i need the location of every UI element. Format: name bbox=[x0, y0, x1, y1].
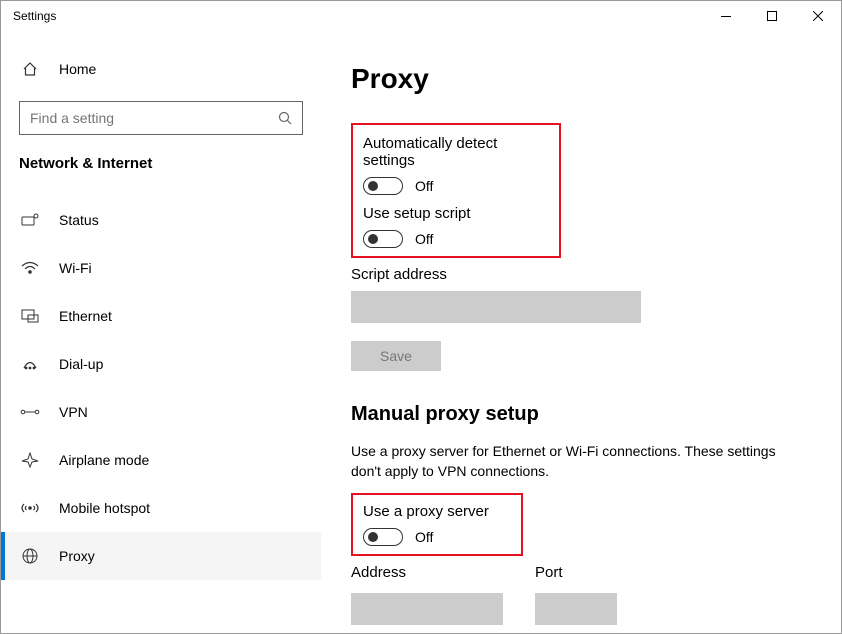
nav-label: VPN bbox=[59, 404, 88, 420]
content-pane: Proxy Automatically detect settings Off … bbox=[321, 31, 841, 633]
use-proxy-state: Off bbox=[415, 529, 433, 545]
setup-script-toggle[interactable] bbox=[363, 230, 403, 248]
search-input[interactable] bbox=[20, 110, 268, 126]
auto-detect-label: Automatically detect settings bbox=[363, 135, 543, 169]
close-button[interactable] bbox=[795, 1, 841, 31]
manual-proxy-description: Use a proxy server for Ethernet or Wi-Fi… bbox=[351, 442, 781, 481]
window-title: Settings bbox=[13, 9, 56, 23]
nav-label: Wi-Fi bbox=[59, 260, 92, 276]
wifi-icon bbox=[19, 258, 41, 278]
status-icon bbox=[19, 210, 41, 230]
sidebar-item-hotspot[interactable]: Mobile hotspot bbox=[1, 484, 321, 532]
sidebar-item-airplane[interactable]: Airplane mode bbox=[1, 436, 321, 484]
nav-label: Dial-up bbox=[59, 356, 103, 372]
home-label: Home bbox=[59, 61, 96, 77]
highlight-box-proxy: Use a proxy server Off bbox=[351, 493, 523, 556]
dialup-icon bbox=[19, 354, 41, 374]
script-address-input bbox=[351, 291, 641, 323]
sidebar-item-status[interactable]: Status bbox=[1, 196, 321, 244]
sidebar-item-proxy[interactable]: Proxy bbox=[1, 532, 321, 580]
category-title: Network & Internet bbox=[1, 155, 321, 196]
vpn-icon bbox=[19, 402, 41, 422]
sidebar-item-ethernet[interactable]: Ethernet bbox=[1, 292, 321, 340]
highlight-box-auto: Automatically detect settings Off Use se… bbox=[351, 123, 561, 258]
minimize-button[interactable] bbox=[703, 1, 749, 31]
port-input bbox=[535, 593, 617, 625]
page-title: Proxy bbox=[351, 63, 811, 95]
home-icon bbox=[19, 59, 41, 79]
auto-detect-toggle[interactable] bbox=[363, 177, 403, 195]
setup-script-state: Off bbox=[415, 231, 433, 247]
proxy-icon bbox=[19, 546, 41, 566]
titlebar: Settings bbox=[1, 1, 841, 31]
ethernet-icon bbox=[19, 306, 41, 326]
script-address-label: Script address bbox=[351, 266, 811, 283]
manual-proxy-heading: Manual proxy setup bbox=[351, 403, 811, 426]
nav-label: Status bbox=[59, 212, 99, 228]
sidebar-item-wifi[interactable]: Wi-Fi bbox=[1, 244, 321, 292]
search-box[interactable] bbox=[19, 101, 303, 135]
port-label: Port bbox=[535, 564, 617, 581]
home-link[interactable]: Home bbox=[1, 51, 321, 87]
nav-label: Ethernet bbox=[59, 308, 112, 324]
use-proxy-label: Use a proxy server bbox=[363, 503, 505, 520]
address-input bbox=[351, 593, 503, 625]
sidebar: Home Network & Internet Status Wi-Fi bbox=[1, 31, 321, 633]
address-label: Address bbox=[351, 564, 503, 581]
setup-script-label: Use setup script bbox=[363, 205, 543, 222]
save-button: Save bbox=[351, 341, 441, 371]
nav-label: Proxy bbox=[59, 548, 95, 564]
hotspot-icon bbox=[19, 498, 41, 518]
search-icon bbox=[268, 111, 302, 125]
use-proxy-toggle[interactable] bbox=[363, 528, 403, 546]
nav-label: Mobile hotspot bbox=[59, 500, 150, 516]
maximize-button[interactable] bbox=[749, 1, 795, 31]
nav-label: Airplane mode bbox=[59, 452, 149, 468]
sidebar-item-vpn[interactable]: VPN bbox=[1, 388, 321, 436]
window-controls bbox=[703, 1, 841, 31]
airplane-icon bbox=[19, 450, 41, 470]
sidebar-item-dialup[interactable]: Dial-up bbox=[1, 340, 321, 388]
auto-detect-state: Off bbox=[415, 178, 433, 194]
